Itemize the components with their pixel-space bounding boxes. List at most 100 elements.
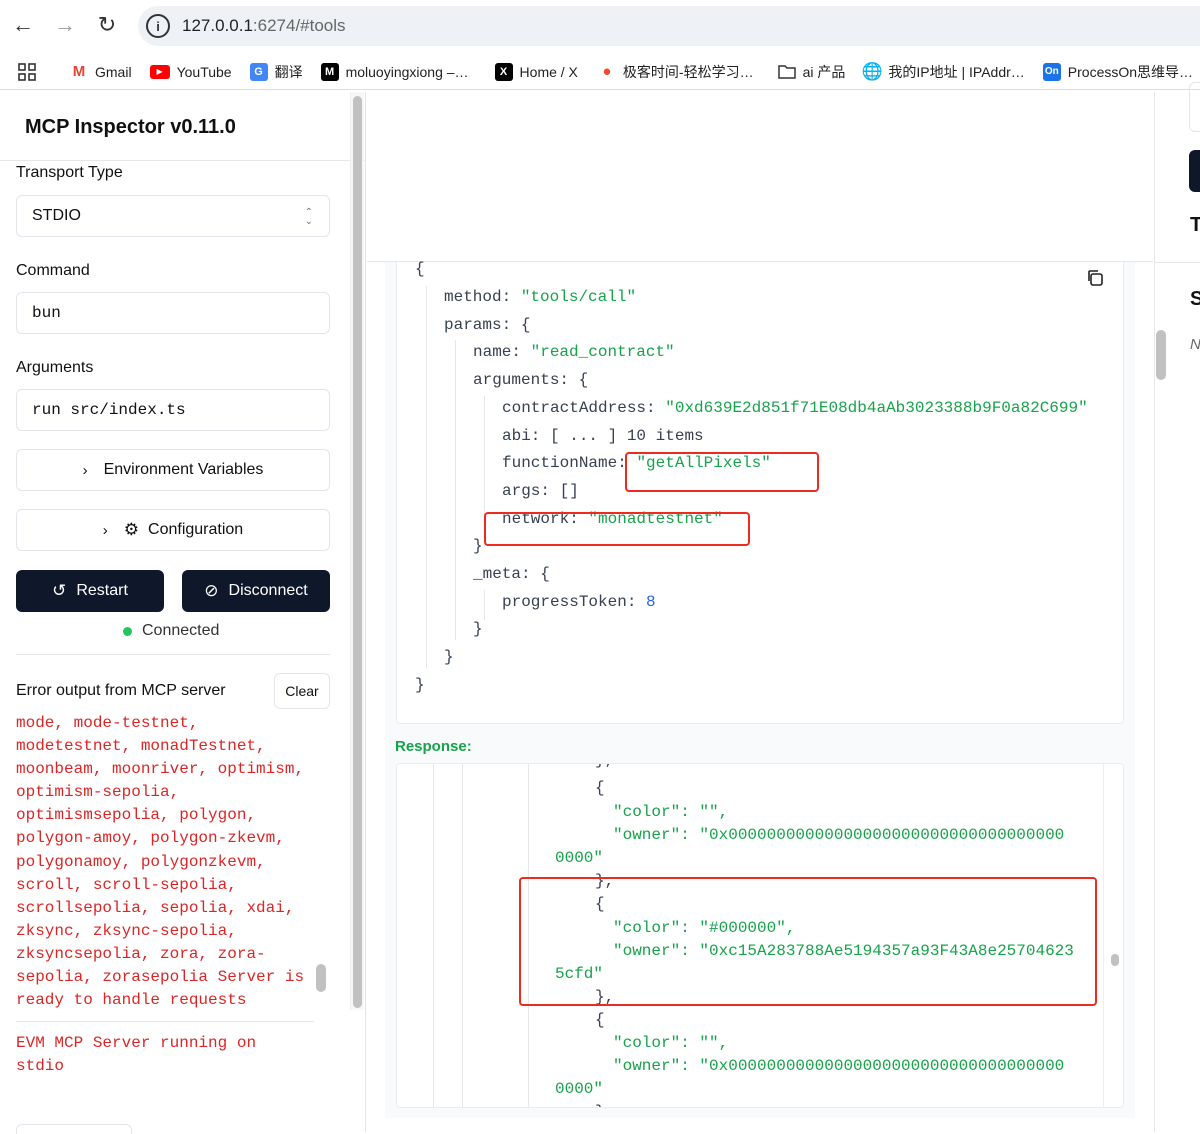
transport-type-select[interactable]: STDIO ⌃ ⌄ (16, 195, 330, 237)
bookmark-label: 我的IP地址 | IPAddr… (888, 63, 1025, 80)
response-line: { (595, 779, 605, 797)
bookmark-label: YouTube (176, 63, 232, 80)
response-line: "owner": "0x0000000000000000000000000000… (613, 826, 1065, 844)
arguments-value: run src/index.ts (32, 401, 186, 419)
json-arguments-line: arguments: { (473, 371, 589, 389)
json-close-brace: } (473, 537, 483, 555)
environment-variables-label: Environment Variables (103, 461, 264, 478)
response-scrollbar[interactable] (1111, 954, 1119, 966)
globe-icon: 🌐 (861, 61, 883, 81)
disconnect-button[interactable]: ⊘ Disconnect (182, 570, 330, 612)
error-entry: mode, mode-testnet, modetestnet, monadTe… (16, 714, 305, 1010)
sidebar-scrollbar[interactable] (353, 96, 362, 1008)
bookmark-label: ProcessOn思维导… (1067, 63, 1194, 80)
chevron-right-icon: › (82, 461, 88, 479)
sidebar: MCP Inspector v0.11.0 Transport Type STD… (0, 92, 366, 1134)
bookmark-label: ai 产品 (802, 63, 846, 80)
response-line: "owner": "0x0000000000000000000000000000… (613, 1057, 1065, 1075)
translate-icon: G (249, 62, 268, 81)
bookmark-translate[interactable]: G 翻译 (249, 62, 303, 82)
request-json-viewer: { method: "tools/call" params: { name: "… (396, 260, 1124, 724)
restart-button[interactable]: ↺ Restart (16, 570, 164, 612)
connection-status: Connected (123, 622, 219, 640)
clear-button[interactable]: Clear (274, 673, 330, 709)
environment-variables-button[interactable]: › Environment Variables (16, 449, 330, 491)
error-log-scrollbar[interactable] (316, 964, 326, 992)
response-line: }, (595, 764, 614, 770)
bookmark-folder-ai[interactable]: ai 产品 (777, 62, 846, 82)
disconnect-icon: ⊘ (204, 581, 219, 600)
json-abi-line[interactable]: abi: [ ... ] 10 items (502, 426, 704, 446)
gmail-icon: M (72, 63, 86, 80)
restart-label: Restart (76, 582, 128, 599)
error-entry: EVM MCP Server running on stdio (16, 1034, 257, 1076)
bookmark-gmail[interactable]: M Gmail (70, 63, 132, 81)
divider (0, 160, 366, 161)
divider (1155, 262, 1200, 263)
right-input-stub[interactable] (1189, 82, 1200, 132)
apps-grid-icon[interactable] (18, 62, 36, 81)
medium-icon: M (320, 62, 339, 81)
copy-icon[interactable] (1085, 268, 1105, 288)
bookmark-x[interactable]: X Home / X (494, 62, 578, 81)
indent-guide (426, 286, 427, 668)
configuration-button[interactable]: › ⚙ Configuration (16, 509, 330, 551)
divider (16, 654, 330, 655)
indent-guide (484, 590, 485, 620)
json-progress-line: progressToken: 8 (502, 593, 656, 611)
reload-icon[interactable]: ↻ (92, 10, 122, 40)
error-output-log[interactable]: mode, mode-testnet, modetestnet, monadTe… (16, 712, 316, 1088)
tool-detail-area (367, 92, 1153, 262)
geektime-icon: ● (602, 63, 612, 80)
back-arrow-icon[interactable]: ← (8, 10, 38, 40)
arguments-label: Arguments (16, 359, 94, 376)
collapsed-panel-stub (16, 1124, 132, 1134)
response-json-viewer[interactable]: }, { "color": "", "owner": "0x0000000000… (396, 763, 1124, 1108)
forward-arrow-icon[interactable]: → (50, 10, 80, 40)
right-heading-t: T (1190, 214, 1200, 236)
highlight-network (484, 512, 750, 546)
configuration-label: Configuration (148, 521, 244, 538)
disconnect-label: Disconnect (228, 582, 308, 599)
restart-icon: ↺ (52, 581, 67, 600)
right-text-n: N (1190, 336, 1200, 353)
command-input[interactable]: bun (16, 292, 330, 334)
transport-type-label: Transport Type (16, 164, 123, 181)
address-bar[interactable]: i 127.0.0.1:6274/#tools (138, 6, 1200, 46)
status-dot-icon (123, 626, 132, 636)
response-line: "color": "", (613, 1034, 729, 1052)
status-text: Connected (142, 622, 220, 639)
response-line: "color": "", (613, 803, 729, 821)
error-output-title: Error output from MCP server (16, 682, 226, 699)
json-close-brace: } (415, 676, 425, 694)
tool-call-panel: { method: "tools/call" params: { name: "… (367, 92, 1166, 1132)
x-icon: X (494, 62, 513, 81)
bookmark-label: moluoyingxiong –… (345, 63, 469, 80)
bookmark-label: 极客时间-轻松学习… (622, 63, 754, 80)
response-line: 0000" (555, 1080, 604, 1098)
site-info-icon[interactable]: i (146, 14, 170, 38)
right-panel: T S N (1154, 82, 1200, 1132)
divider (16, 1021, 314, 1023)
url-text[interactable]: 127.0.0.1:6274/#tools (182, 16, 346, 36)
bookmark-ipaddr[interactable]: 🌐 我的IP地址 | IPAddr… (861, 61, 1025, 82)
bookmark-medium[interactable]: M moluoyingxiong –… (320, 62, 469, 81)
response-line: } (595, 1102, 605, 1107)
processon-icon: On (1042, 62, 1061, 81)
response-label: Response: (395, 738, 472, 755)
transport-type-value: STDIO (32, 207, 81, 224)
command-value: bun (32, 304, 61, 322)
response-line: { (595, 1011, 605, 1029)
gear-icon: ⚙ (123, 520, 140, 539)
bookmark-youtube[interactable]: ▶ YouTube (149, 63, 232, 80)
youtube-icon: ▶ (149, 64, 170, 79)
right-heading-s: S (1190, 288, 1200, 310)
bookmark-geektime[interactable]: ● 极客时间-轻松学习… (598, 62, 754, 82)
json-meta-line: _meta: { (473, 565, 550, 583)
app-title: MCP Inspector v0.11.0 (25, 116, 236, 138)
json-params-line: params: { (444, 316, 531, 334)
bookmark-processon[interactable]: On ProcessOn思维导… (1042, 62, 1194, 82)
arguments-input[interactable]: run src/index.ts (16, 389, 330, 431)
command-label: Command (16, 262, 90, 279)
right-button-stub[interactable] (1189, 150, 1200, 192)
